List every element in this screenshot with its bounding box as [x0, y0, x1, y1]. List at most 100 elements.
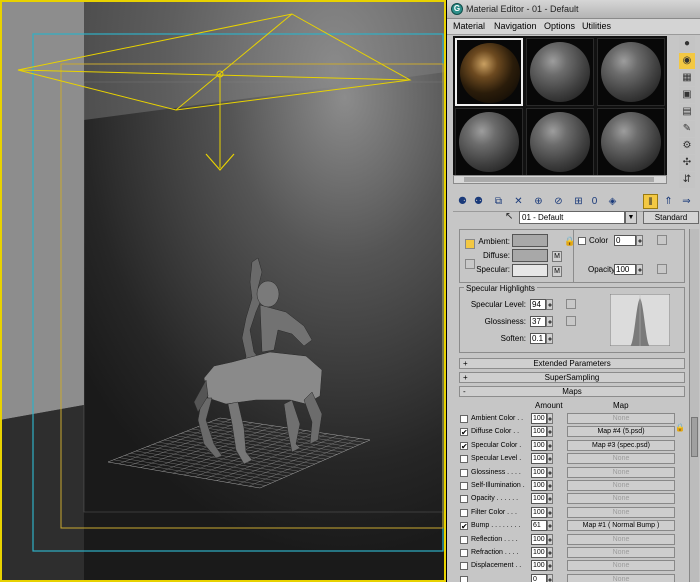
map-amount-spinner[interactable]: 61	[531, 520, 547, 532]
map-enable-checkbox[interactable]	[460, 455, 468, 464]
color-checkbox[interactable]	[578, 237, 586, 245]
map-amount-arrows[interactable]	[547, 439, 553, 451]
map-amount-arrows[interactable]	[547, 480, 553, 491]
specular-level-spinner[interactable]: 94	[530, 299, 546, 310]
make-preview-icon[interactable]: ✎	[679, 121, 695, 137]
reset-map-icon[interactable]: ✕	[511, 194, 526, 209]
menu-utilities[interactable]: Utilities	[582, 21, 611, 31]
map-enable-checkbox[interactable]	[460, 495, 468, 504]
map-slot-button[interactable]: None	[567, 506, 675, 518]
map-enable-checkbox[interactable]	[460, 508, 468, 517]
assign-to-selection-icon[interactable]: ⧉	[491, 194, 506, 209]
map-slot-button[interactable]: Map #1 ( Normal Bump )	[567, 520, 675, 532]
diffuse-map-button[interactable]: M	[552, 251, 562, 262]
map-amount-spinner[interactable]: 100	[531, 533, 547, 545]
self-illum-color-spinner[interactable]: 0	[614, 235, 636, 246]
sample-slot-1[interactable]	[455, 38, 523, 106]
uv-tiling-icon[interactable]: ▣	[679, 87, 695, 103]
material-name-dropdown-icon[interactable]: ▼	[625, 211, 637, 224]
backlight-icon[interactable]: ◉	[679, 53, 695, 69]
options-icon[interactable]: ⚙	[679, 138, 695, 154]
put-to-library-icon[interactable]: ⊞	[571, 194, 586, 209]
map-amount-spinner[interactable]: 100	[531, 439, 547, 451]
map-slot-button[interactable]: None	[567, 480, 675, 491]
sample-slot-5[interactable]	[526, 108, 594, 176]
map-amount-spinner[interactable]: 100	[531, 480, 547, 491]
ambient-color-swatch[interactable]	[512, 234, 548, 247]
opacity-map-button[interactable]	[657, 264, 667, 274]
map-enable-checkbox[interactable]	[460, 549, 468, 557]
show-end-result-icon[interactable]: ⫴	[643, 194, 658, 209]
map-amount-arrows[interactable]	[547, 520, 553, 532]
map-slot-button[interactable]: None	[567, 560, 675, 572]
map-amount-arrows[interactable]	[547, 547, 553, 558]
map-amount-spinner[interactable]: 0	[531, 573, 547, 582]
opacity-spinner-arrows[interactable]	[636, 264, 643, 275]
map-amount-spinner[interactable]: 100	[531, 453, 547, 465]
map-amount-spinner[interactable]: 100	[531, 506, 547, 518]
glossiness-map-button[interactable]	[566, 316, 576, 326]
pick-material-icon[interactable]: ↖	[505, 211, 513, 222]
sample-slot-6[interactable]	[597, 108, 665, 176]
map-slot-button[interactable]: Map #4 (5.psd)	[567, 426, 675, 438]
material-map-navigator-icon[interactable]: ⇵	[679, 172, 695, 188]
map-slot-button[interactable]: None	[567, 453, 675, 465]
glossiness-arrows[interactable]	[546, 316, 553, 327]
put-to-scene-icon[interactable]: ⚉	[471, 194, 486, 209]
map-amount-spinner[interactable]: 100	[531, 560, 547, 572]
get-material-icon[interactable]: ⚈	[455, 194, 470, 209]
diffuse-color-swatch[interactable]	[512, 249, 548, 262]
map-enable-checkbox[interactable]: ✔	[460, 441, 468, 450]
go-to-parent-icon[interactable]: ⇑	[661, 194, 676, 209]
map-enable-checkbox[interactable]	[460, 562, 468, 571]
glossiness-spinner[interactable]: 37	[530, 316, 546, 327]
specular-map-button[interactable]: M	[552, 266, 562, 277]
map-enable-checkbox[interactable]	[460, 482, 468, 490]
menu-material[interactable]: Material	[453, 21, 485, 31]
maps-lock-icon[interactable]: 🔒	[675, 423, 685, 433]
map-amount-arrows[interactable]	[547, 466, 553, 478]
map-enable-checkbox[interactable]: ✔	[460, 428, 468, 437]
map-amount-arrows[interactable]	[547, 506, 553, 518]
maps-rollout[interactable]: - Maps	[459, 386, 685, 397]
show-map-in-viewport-icon[interactable]: ◈	[605, 194, 620, 209]
background-icon[interactable]: ▦	[679, 70, 695, 86]
extended-parameters-rollout[interactable]: + Extended Parameters	[459, 358, 685, 369]
soften-spinner[interactable]: 0.1	[530, 333, 546, 344]
select-by-material-icon[interactable]: ✣	[679, 155, 695, 171]
sample-slot-3[interactable]	[597, 38, 665, 106]
map-slot-button[interactable]: None	[567, 547, 675, 558]
material-type-button[interactable]: Standard	[643, 211, 699, 224]
viewport-3d[interactable]	[0, 0, 446, 582]
sample-slot-2[interactable]	[526, 38, 594, 106]
make-unique-icon[interactable]: ⊘	[551, 194, 566, 209]
map-amount-arrows[interactable]	[547, 426, 553, 438]
specular-level-map-button[interactable]	[566, 299, 576, 309]
go-forward-sibling-icon[interactable]: ⇒	[679, 194, 694, 209]
map-amount-arrows[interactable]	[547, 533, 553, 545]
map-slot-button[interactable]: None	[567, 466, 675, 478]
map-slot-button[interactable]: None	[567, 493, 675, 505]
map-enable-checkbox[interactable]	[460, 415, 468, 423]
make-copy-icon[interactable]: ⊕	[531, 194, 546, 209]
map-enable-checkbox[interactable]	[460, 575, 468, 582]
specular-level-arrows[interactable]	[546, 299, 553, 310]
title-bar[interactable]: G Material Editor - 01 - Default	[447, 0, 700, 19]
self-illum-map-button[interactable]	[657, 235, 667, 245]
map-amount-arrows[interactable]	[547, 413, 553, 424]
slots-scrollbar[interactable]	[453, 175, 667, 184]
map-amount-spinner[interactable]: 100	[531, 493, 547, 505]
scroll-thumb[interactable]	[691, 417, 698, 457]
map-enable-checkbox[interactable]	[460, 535, 468, 544]
supersampling-rollout[interactable]: + SuperSampling	[459, 372, 685, 383]
map-amount-spinner[interactable]: 100	[531, 547, 547, 558]
menu-navigation[interactable]: Navigation	[494, 21, 537, 31]
sample-slot-4[interactable]	[455, 108, 523, 176]
map-amount-arrows[interactable]	[547, 573, 553, 582]
map-amount-arrows[interactable]	[547, 560, 553, 572]
self-illum-spinner-arrows[interactable]	[636, 235, 643, 246]
opacity-spinner[interactable]: 100	[614, 264, 636, 275]
scroll-thumb[interactable]	[464, 177, 654, 182]
soften-arrows[interactable]	[546, 333, 553, 344]
map-amount-spinner[interactable]: 100	[531, 426, 547, 438]
